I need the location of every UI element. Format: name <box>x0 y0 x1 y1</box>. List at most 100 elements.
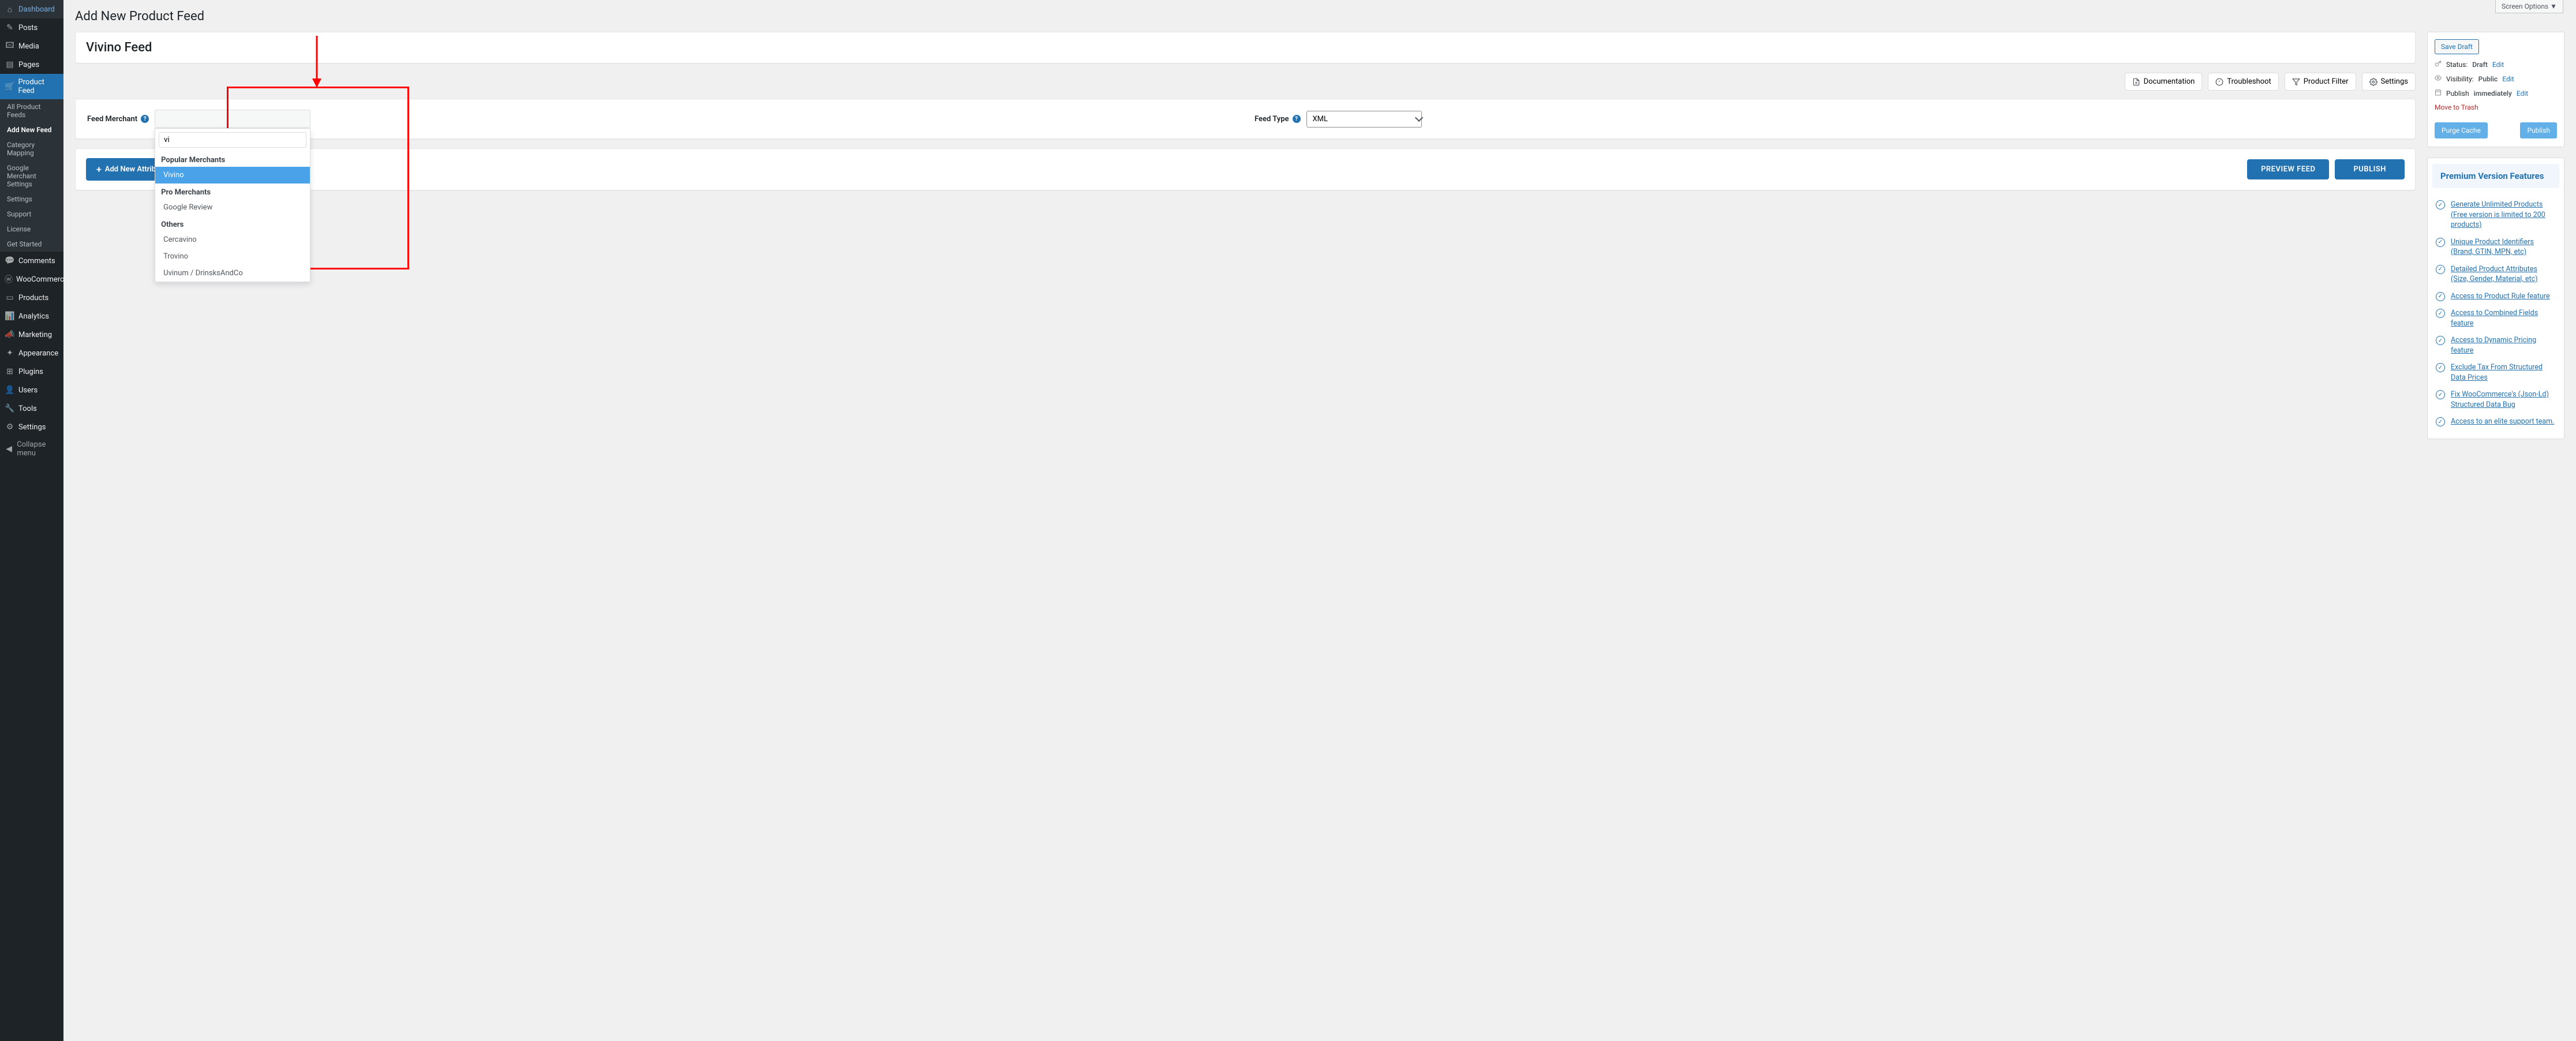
edit-status-link[interactable]: Edit <box>2492 61 2504 69</box>
publish-time-value: immediately <box>2474 89 2512 98</box>
marketing-icon: 📣 <box>5 329 15 340</box>
product-filter-label: Product Filter <box>2304 77 2349 86</box>
check-icon: ✓ <box>2436 309 2445 318</box>
merchant-option-google-review[interactable]: Google Review <box>155 199 310 216</box>
collapse-menu-icon: ◀ <box>5 444 13 454</box>
premium-feature-item: ✓ Access to Combined Fields feature <box>2432 305 2559 332</box>
feed-type-label: Feed Type ? <box>1255 115 1301 123</box>
merchant-option-trovino[interactable]: Trovino <box>155 248 310 265</box>
premium-feature-link[interactable]: Access to Combined Fields feature <box>2451 308 2556 328</box>
settings-icon: ⚙ <box>5 422 15 432</box>
sidebar-item-media[interactable]: 🖾Media <box>0 37 63 55</box>
product-filter-button[interactable]: Product Filter <box>2285 73 2356 91</box>
check-icon: ✓ <box>2436 200 2445 209</box>
feed-title[interactable]: Vivino Feed <box>86 40 2405 55</box>
submenu-item-all-product-feeds[interactable]: All Product Feeds <box>0 99 63 122</box>
merchant-group-label: Others <box>155 216 310 231</box>
edit-publish-time-link[interactable]: Edit <box>2517 89 2528 98</box>
check-icon: ✓ <box>2436 363 2445 372</box>
sidebar-item-label: Pages <box>18 61 39 69</box>
tools-icon: 🔧 <box>5 403 15 414</box>
merchant-option-uvinum-drinsksandco[interactable]: Uvinum / DrinsksAndCo <box>155 265 310 282</box>
sidebar-item-plugins[interactable]: ⊞Plugins <box>0 362 63 381</box>
submenu-item-get-started[interactable]: Get Started <box>0 237 63 252</box>
sidebar-item-collapse-menu[interactable]: ◀Collapse menu <box>0 436 63 462</box>
sidebar-item-label: Appearance <box>18 349 58 358</box>
premium-feature-link[interactable]: Access to Product Rule feature <box>2451 291 2550 302</box>
merchant-search-input[interactable] <box>159 132 306 148</box>
merchant-option-vivino[interactable]: Vivino <box>155 167 310 184</box>
sidebar-item-products[interactable]: ▭Products <box>0 289 63 307</box>
premium-feature-link[interactable]: Access to Dynamic Pricing feature <box>2451 335 2556 355</box>
feed-merchant-select[interactable]: Popular MerchantsVivinoPro MerchantsGoog… <box>155 110 310 128</box>
users-icon: 👤 <box>5 385 15 395</box>
sidebar-item-tools[interactable]: 🔧Tools <box>0 399 63 418</box>
feed-config-card: Feed Merchant ? Popular MerchantsVivinoP… <box>75 99 2416 139</box>
premium-feature-item: ✓ Access to an elite support team. <box>2432 413 2559 430</box>
sidebar-item-settings[interactable]: ⚙Settings <box>0 418 63 436</box>
settings-button[interactable]: Settings <box>2362 73 2416 91</box>
sidebar-item-pages[interactable]: ▤Pages <box>0 55 63 74</box>
sidebar-item-appearance[interactable]: ✦Appearance <box>0 344 63 362</box>
feed-merchant-label: Feed Merchant ? <box>87 115 149 123</box>
premium-feature-link[interactable]: Fix WooCommerce's (Json-Ld) Structured D… <box>2451 390 2556 410</box>
purge-cache-button[interactable]: Purge Cache <box>2435 122 2488 138</box>
help-icon[interactable]: ? <box>1293 115 1301 123</box>
publish-button[interactable]: PUBLISH <box>2335 159 2405 179</box>
submenu-item-support[interactable]: Support <box>0 207 63 222</box>
help-icon[interactable]: ? <box>141 115 149 123</box>
premium-features-title: Premium Version Features <box>2432 164 2559 188</box>
premium-feature-link[interactable]: Exclude Tax From Structured Data Prices <box>2451 362 2556 383</box>
feed-type-select[interactable]: XML <box>1306 111 1422 128</box>
settings-label: Settings <box>2381 77 2408 86</box>
documentation-button[interactable]: Documentation <box>2125 73 2203 91</box>
sidebar-item-woocommerce[interactable]: ⓦWooCommerce <box>0 270 63 289</box>
visibility-label: Visibility: <box>2446 75 2474 83</box>
submenu-item-add-new-feed[interactable]: Add New Feed <box>0 122 63 137</box>
sidebar-item-posts[interactable]: ✎Posts <box>0 18 63 37</box>
premium-feature-link[interactable]: Generate Unlimited Products (Free versio… <box>2451 200 2556 230</box>
screen-options-toggle[interactable]: Screen Options ▼ <box>2495 0 2563 13</box>
sidebar-item-label: Plugins <box>18 368 43 376</box>
sidebar-item-dashboard[interactable]: ⌂Dashboard <box>0 0 63 18</box>
premium-features-box: Premium Version Features ✓ Generate Unlim… <box>2427 158 2564 439</box>
save-draft-button[interactable]: Save Draft <box>2435 39 2479 54</box>
status-label: Status: <box>2446 61 2468 69</box>
woocommerce-icon: ⓦ <box>5 274 13 284</box>
sidebar-item-marketing[interactable]: 📣Marketing <box>0 325 63 344</box>
merchant-group-label: Popular Merchants <box>155 151 310 167</box>
submenu-item-category-mapping[interactable]: Category Mapping <box>0 137 63 160</box>
sidebar-item-label: Products <box>18 294 48 302</box>
sidebar-item-label: Tools <box>18 405 37 413</box>
sidebar-item-analytics[interactable]: 📊Analytics <box>0 307 63 325</box>
troubleshoot-button[interactable]: Troubleshoot <box>2208 73 2278 91</box>
edit-visibility-link[interactable]: Edit <box>2502 75 2514 83</box>
submenu-item-google-merchant-settings[interactable]: Google Merchant Settings <box>0 160 63 192</box>
submenu-item-license[interactable]: License <box>0 222 63 237</box>
dashboard-icon: ⌂ <box>5 4 15 14</box>
sidebar-item-users[interactable]: 👤Users <box>0 381 63 399</box>
publish-side-button[interactable]: Publish <box>2520 122 2557 138</box>
merchant-option-cercavino[interactable]: Cercavino <box>155 231 310 248</box>
premium-feature-link[interactable]: Detailed Product Attributes (Size, Gende… <box>2451 264 2556 284</box>
premium-feature-link[interactable]: Access to an elite support team. <box>2451 417 2554 427</box>
premium-feature-item: ✓Fix WooCommerce's (Json-Ld) Structured … <box>2432 386 2559 413</box>
merchant-group-label: Pro Merchants <box>155 184 310 199</box>
gear-icon <box>2369 78 2377 86</box>
check-icon: ✓ <box>2436 417 2445 426</box>
sidebar-item-label: Settings <box>18 423 46 432</box>
sidebar-item-label: Product Feed <box>18 78 59 95</box>
document-icon <box>2132 78 2140 86</box>
preview-feed-button[interactable]: PREVIEW FEED <box>2247 159 2329 179</box>
publish-time-label: Publish <box>2446 89 2469 98</box>
submenu-item-settings[interactable]: Settings <box>0 192 63 207</box>
posts-icon: ✎ <box>5 23 15 33</box>
sidebar-item-product-feed[interactable]: 🛒Product Feed <box>0 74 63 99</box>
eye-icon <box>2435 74 2442 83</box>
sidebar-item-comments[interactable]: 💬Comments <box>0 252 63 270</box>
sidebar-item-label: Users <box>18 386 38 395</box>
premium-feature-item: ✓Access to Product Rule feature <box>2432 288 2559 305</box>
premium-feature-link[interactable]: Unique Product Identifiers (Brand, GTIN,… <box>2451 237 2556 257</box>
move-to-trash-link[interactable]: Move to Trash <box>2435 103 2478 111</box>
feed-actions-card: + Add New Attribute PREVIEW FEED PUBLISH <box>75 148 2416 190</box>
